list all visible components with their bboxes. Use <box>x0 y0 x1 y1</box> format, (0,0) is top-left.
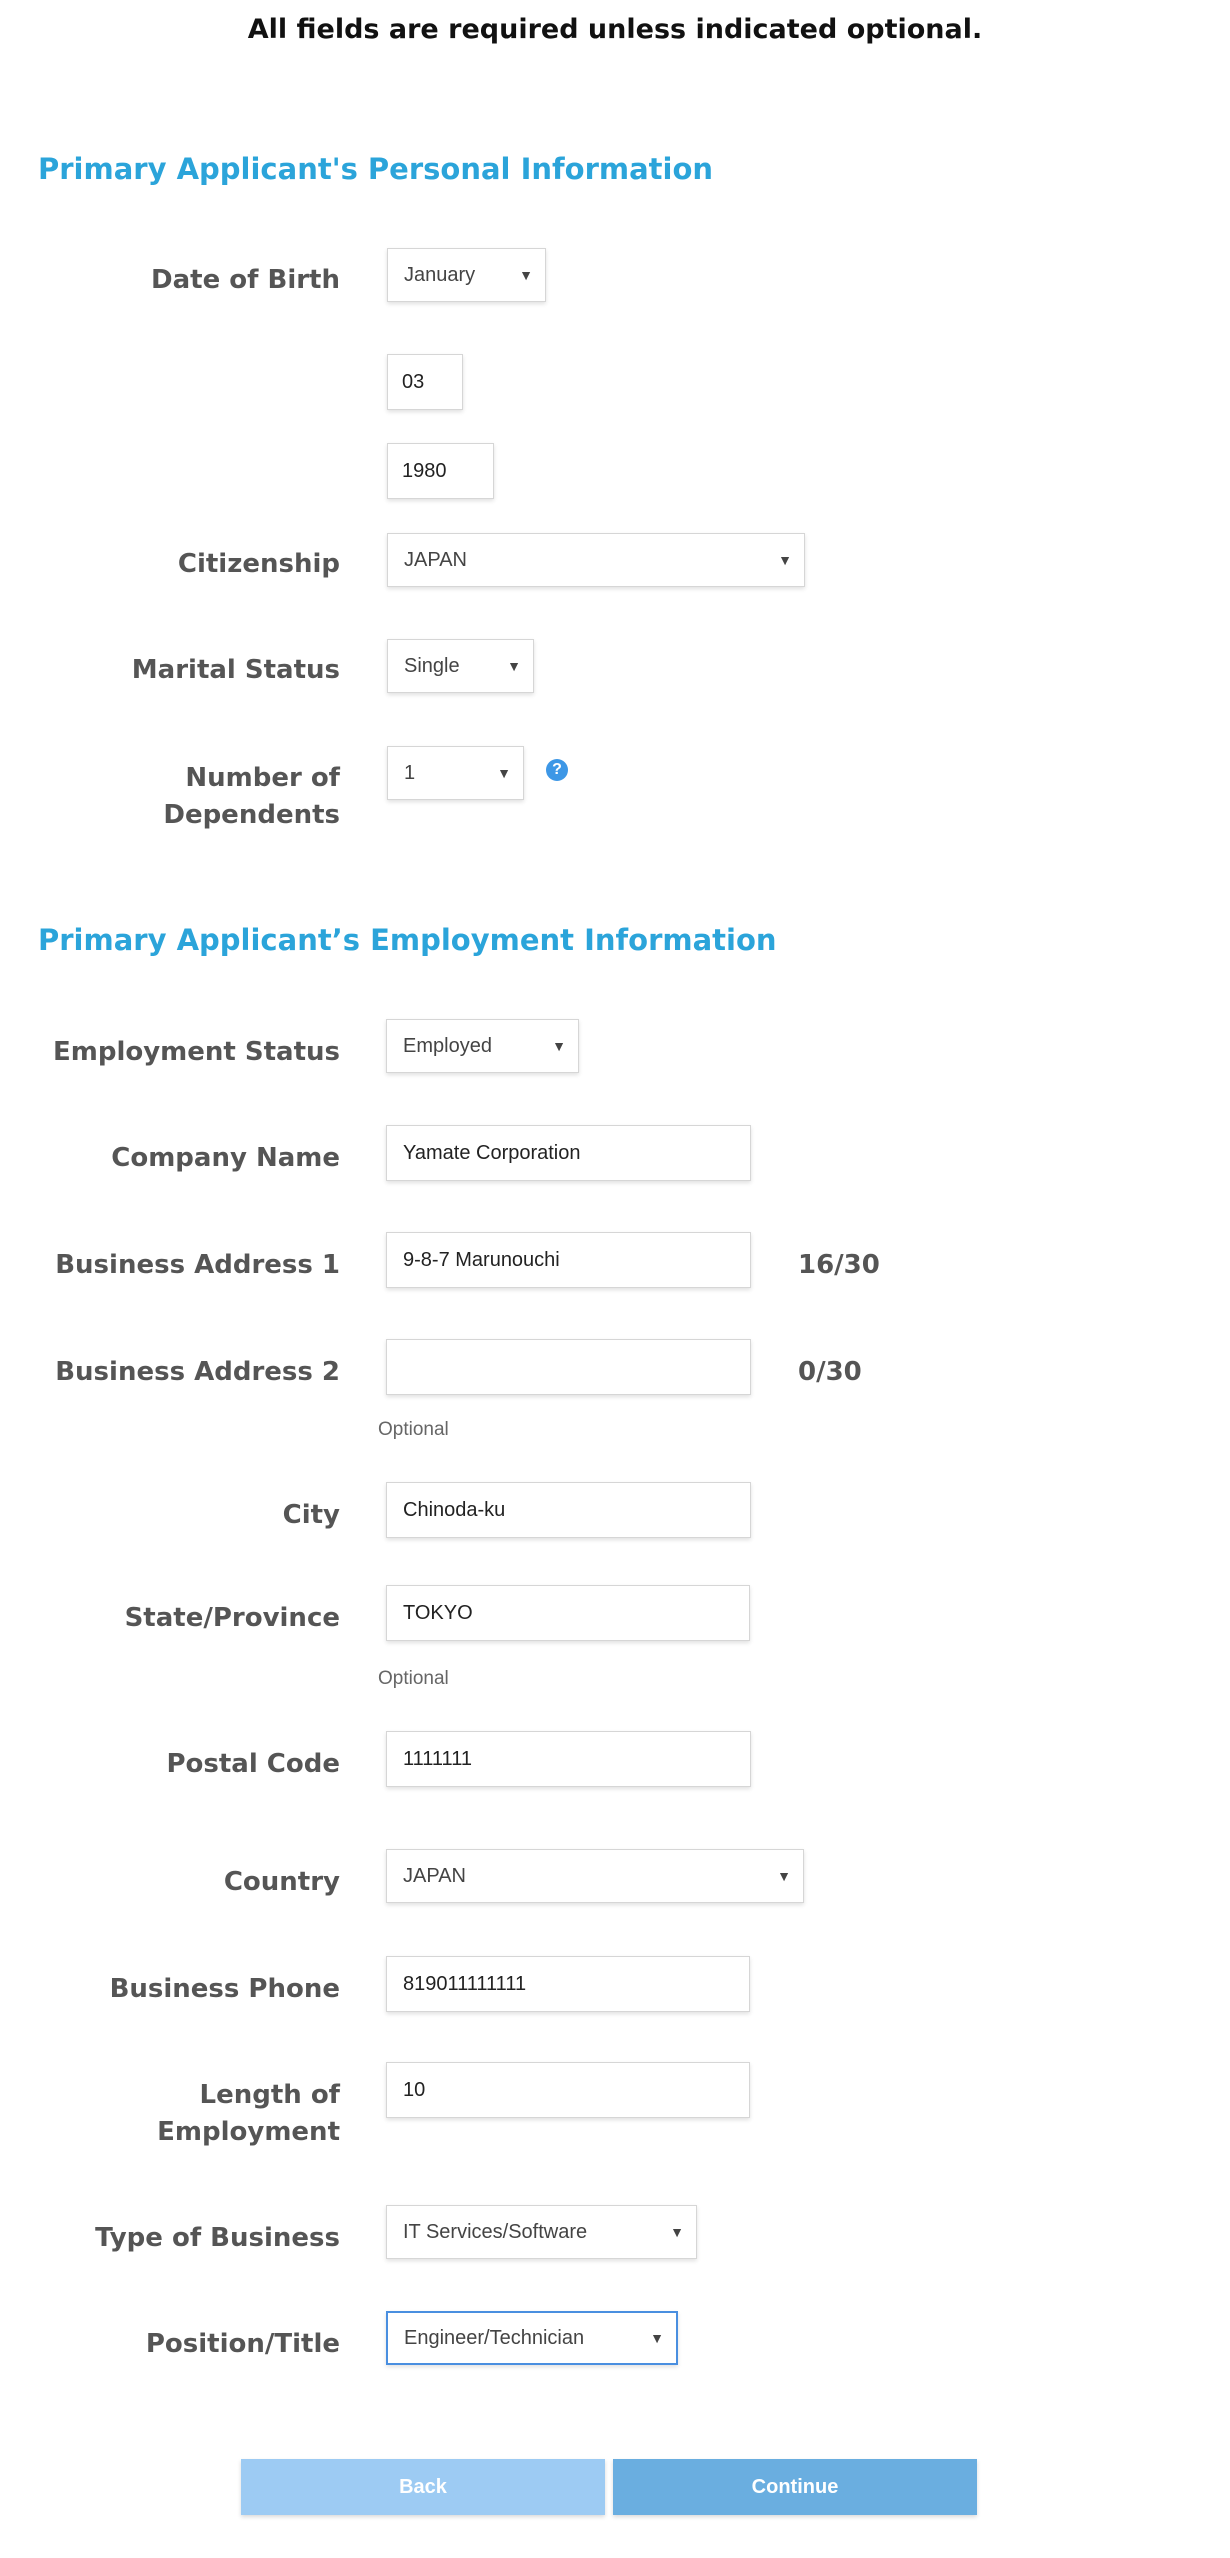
city-value: Chinoda-ku <box>403 1498 506 1521</box>
length-of-employment-label-line1: Length of <box>199 2080 341 2110</box>
dependents-select[interactable]: 1 ▼ <box>387 746 524 800</box>
dob-month-select[interactable]: January ▼ <box>387 248 546 302</box>
state-province-input[interactable]: TOKYO <box>386 1585 750 1641</box>
business-address-1-label: Business Address 1 <box>55 1250 340 1280</box>
business-phone-input[interactable]: 819011111111 <box>386 1956 750 2012</box>
employment-status-value: Employed <box>403 1034 492 1057</box>
chevron-down-icon: ▼ <box>519 267 533 283</box>
business-address-2-char-counter: 0/30 <box>798 1357 862 1387</box>
dob-month-value: January <box>404 263 476 286</box>
business-phone-value: 819011111111 <box>403 1972 527 1995</box>
personal-info-title: Primary Applicant's Personal Information <box>38 152 714 186</box>
country-label: Country <box>223 1867 340 1897</box>
marital-status-value: Single <box>404 654 460 677</box>
chevron-down-icon: ▼ <box>670 2224 684 2240</box>
country-value: JAPAN <box>403 1864 466 1887</box>
company-name-label: Company Name <box>111 1143 340 1173</box>
country-select[interactable]: JAPAN ▼ <box>386 1849 804 1903</box>
dependents-label-line1: Number of <box>185 763 340 793</box>
chevron-down-icon: ▼ <box>778 552 792 568</box>
dob-label: Date of Birth <box>151 265 340 295</box>
postal-code-label: Postal Code <box>166 1749 340 1779</box>
company-name-value: Yamate Corporation <box>403 1141 581 1164</box>
chevron-down-icon: ▼ <box>650 2330 664 2346</box>
continue-button[interactable]: Continue <box>613 2459 977 2515</box>
chevron-down-icon: ▼ <box>497 765 511 781</box>
state-province-optional-hint: Optional <box>378 1668 449 1689</box>
business-address-1-value: 9-8-7 Marunouchi <box>403 1248 560 1271</box>
postal-code-value: 1111111 <box>403 1747 472 1770</box>
business-address-2-optional-hint: Optional <box>378 1419 449 1440</box>
state-province-label: State/Province <box>124 1603 340 1633</box>
business-phone-label: Business Phone <box>109 1974 340 2004</box>
business-address-1-input[interactable]: 9-8-7 Marunouchi <box>386 1232 751 1288</box>
application-form: All fields are required unless indicated… <box>0 0 1230 2558</box>
type-of-business-label: Type of Business <box>95 2223 340 2253</box>
state-province-value: TOKYO <box>403 1601 473 1624</box>
employment-status-label: Employment Status <box>52 1037 340 1067</box>
help-icon[interactable]: ? <box>546 759 568 781</box>
type-of-business-select[interactable]: IT Services/Software ▼ <box>386 2205 697 2259</box>
required-fields-notice: All fields are required unless indicated… <box>247 14 983 45</box>
dob-day-value: 03 <box>402 370 425 393</box>
position-title-select[interactable]: Engineer/Technician ▼ <box>386 2311 678 2365</box>
company-name-input[interactable]: Yamate Corporation <box>386 1125 751 1181</box>
employment-info-title: Primary Applicant’s Employment Informati… <box>38 923 777 957</box>
marital-status-select[interactable]: Single ▼ <box>387 639 534 693</box>
business-address-2-label: Business Address 2 <box>55 1357 340 1387</box>
chevron-down-icon: ▼ <box>777 1868 791 1884</box>
chevron-down-icon: ▼ <box>552 1038 566 1054</box>
dependents-value: 1 <box>404 761 416 784</box>
back-button[interactable]: Back <box>241 2459 605 2515</box>
dob-year-input[interactable]: 1980 <box>387 443 494 499</box>
marital-status-label: Marital Status <box>131 655 340 685</box>
length-of-employment-label-line2: Employment <box>157 2117 340 2147</box>
city-input[interactable]: Chinoda-ku <box>386 1482 751 1538</box>
length-of-employment-value: 10 <box>403 2078 426 2101</box>
citizenship-label: Citizenship <box>177 549 340 579</box>
postal-code-input[interactable]: 1111111 <box>386 1731 751 1787</box>
position-title-label: Position/Title <box>145 2329 340 2359</box>
type-of-business-value: IT Services/Software <box>403 2220 588 2243</box>
position-title-value: Engineer/Technician <box>404 2326 585 2349</box>
chevron-down-icon: ▼ <box>507 658 521 674</box>
business-address-1-char-counter: 16/30 <box>798 1250 880 1280</box>
citizenship-value: JAPAN <box>404 548 467 571</box>
dependents-label-line2: Dependents <box>163 800 340 830</box>
length-of-employment-input[interactable]: 10 <box>386 2062 750 2118</box>
dob-day-input[interactable]: 03 <box>387 354 463 410</box>
business-address-2-input[interactable] <box>386 1339 751 1395</box>
city-label: City <box>282 1500 340 1530</box>
dob-year-value: 1980 <box>402 459 447 482</box>
citizenship-select[interactable]: JAPAN ▼ <box>387 533 805 587</box>
employment-status-select[interactable]: Employed ▼ <box>386 1019 579 1073</box>
